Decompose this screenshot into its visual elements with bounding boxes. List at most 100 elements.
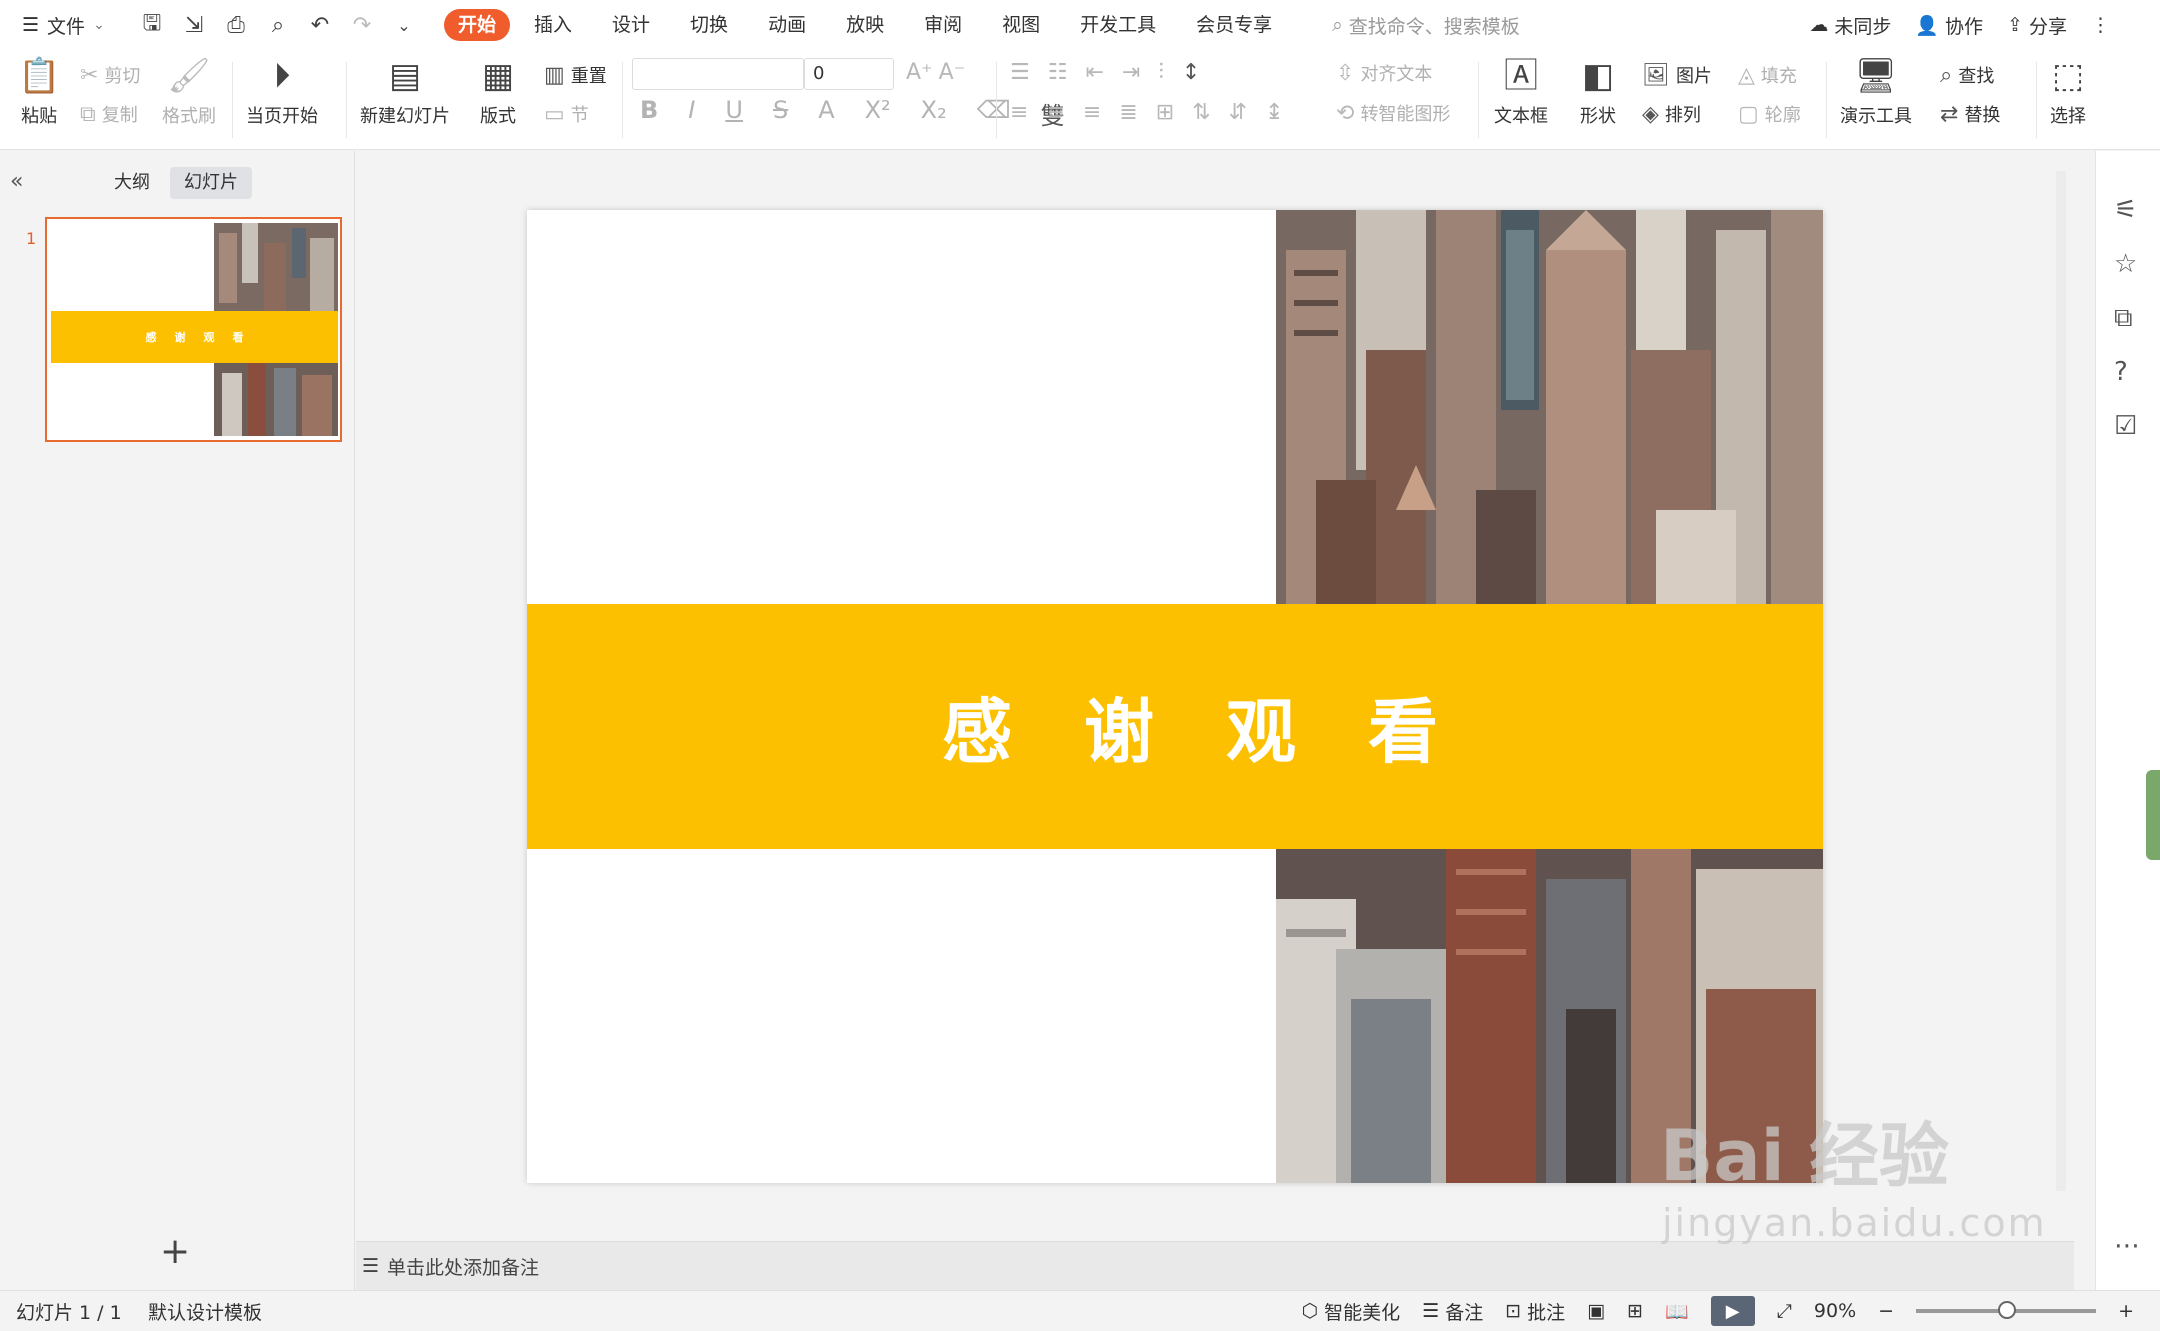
replace-button[interactable]: ⇄ 替换: [1940, 101, 2000, 127]
underline-icon[interactable]: U: [725, 96, 743, 131]
zoom-in-icon[interactable]: +: [2118, 1300, 2134, 1322]
para-spacing-icon[interactable]: ⇅: [1192, 100, 1210, 125]
reading-view-icon[interactable]: 📖: [1665, 1300, 1689, 1323]
line-spacing-icon[interactable]: ↕: [1182, 60, 1200, 85]
strikethrough-icon[interactable]: S: [773, 96, 788, 131]
fit-window-icon[interactable]: ⤢: [1777, 1300, 1792, 1322]
line-height-icon[interactable]: ↨: [1265, 100, 1283, 125]
command-search[interactable]: ⌕ 查找命令、搜索模板: [1332, 12, 1520, 39]
tab-animation[interactable]: 动画: [748, 9, 826, 41]
properties-icon[interactable]: ⚟: [2114, 195, 2137, 225]
layout-button[interactable]: ▦ 版式: [480, 56, 516, 128]
comments-button[interactable]: ⊡ 批注: [1505, 1298, 1565, 1325]
para-indent-icon[interactable]: ⇵: [1229, 100, 1247, 125]
find-button[interactable]: ⌕ 查找: [1940, 62, 1994, 88]
tab-member[interactable]: 会员专享: [1176, 9, 1292, 41]
section-button[interactable]: ▭ 节: [544, 101, 589, 127]
bold-icon[interactable]: B: [640, 96, 658, 131]
collaborate-button[interactable]: 👤 协作: [1915, 12, 1983, 39]
tab-insert[interactable]: 插入: [514, 9, 592, 41]
redo-icon[interactable]: ↷: [348, 13, 376, 38]
copy-button[interactable]: ⧉ 复制: [80, 101, 138, 127]
shape-button[interactable]: ◧ 形状: [1580, 56, 1616, 128]
subscript-icon[interactable]: X₂: [921, 96, 947, 131]
sync-button[interactable]: ☁ 未同步: [1809, 12, 1891, 39]
notes-toggle-button[interactable]: ☰ 备注: [1422, 1298, 1483, 1325]
beautify-button[interactable]: ⬡ 智能美化: [1302, 1298, 1401, 1325]
textbox-button[interactable]: 🄰 文本框: [1494, 56, 1548, 128]
font-color-icon[interactable]: A: [818, 96, 834, 131]
task-icon[interactable]: ☑: [2114, 411, 2137, 441]
print-icon[interactable]: ⎙: [222, 13, 250, 38]
more-menu-button[interactable]: ⋮: [2091, 14, 2110, 36]
select-button[interactable]: ⬚ 选择: [2050, 56, 2086, 128]
vertical-scrollbar[interactable]: [2048, 151, 2074, 1241]
distribute-icon[interactable]: ⊞: [1156, 100, 1174, 125]
slides-panel-icon[interactable]: ⧉: [2114, 303, 2133, 334]
cut-button[interactable]: ✂ 剪切: [80, 62, 140, 88]
slide-editor[interactable]: 感 谢 观 看: [527, 210, 1823, 1183]
align-center-icon[interactable]: ≡: [1046, 100, 1064, 125]
play-slideshow-button[interactable]: ▶: [1710, 1296, 1755, 1326]
justify-icon[interactable]: ≣: [1119, 100, 1137, 125]
sorter-view-icon[interactable]: ⊞: [1627, 1300, 1643, 1322]
customize-icon[interactable]: ⌄: [390, 16, 418, 35]
tab-view[interactable]: 视图: [982, 9, 1060, 41]
notes-pane[interactable]: ☰ 单击此处添加备注: [356, 1241, 2074, 1290]
italic-icon[interactable]: I: [688, 96, 695, 131]
share-button[interactable]: ⇪ 分享: [2007, 12, 2067, 39]
file-menu[interactable]: ☰ 文件 ⌄: [0, 12, 128, 39]
help-icon[interactable]: ?: [2114, 357, 2128, 387]
zoom-slider[interactable]: [1916, 1301, 2097, 1319]
save-icon[interactable]: 🖫: [138, 6, 166, 44]
print-preview-icon[interactable]: ⌕: [264, 13, 292, 38]
tab-design[interactable]: 设计: [592, 9, 670, 41]
font-name-select[interactable]: [632, 58, 804, 90]
slide-title[interactable]: 感 谢 观 看: [912, 676, 1438, 777]
tab-review[interactable]: 审阅: [904, 9, 982, 41]
format-painter-button[interactable]: 🖌 格式刷: [162, 56, 216, 128]
zoom-slider-knob[interactable]: [1998, 1301, 2017, 1319]
bullet-list-icon[interactable]: ☰: [1010, 60, 1030, 85]
export-icon[interactable]: ⇲: [180, 13, 208, 38]
collapse-panel-icon[interactable]: «: [10, 169, 23, 194]
add-slide-button[interactable]: +: [160, 1231, 190, 1272]
tab-slideshow[interactable]: 放映: [826, 9, 904, 41]
tab-slides[interactable]: 幻灯片: [170, 167, 252, 199]
numbered-list-icon[interactable]: ☷: [1048, 60, 1068, 85]
outline-button[interactable]: ▢ 轮廓: [1738, 101, 1801, 127]
normal-view-icon[interactable]: ▣: [1587, 1300, 1605, 1322]
star-icon[interactable]: ☆: [2114, 249, 2137, 279]
scrollbar-thumb[interactable]: [2056, 171, 2066, 1191]
template-name[interactable]: 默认设计模板: [148, 1298, 262, 1325]
paste-button[interactable]: 📋 粘贴: [18, 56, 60, 128]
text-direction-icon[interactable]: ⫶: [1158, 60, 1164, 85]
arrange-button[interactable]: ◈ 排列: [1642, 101, 1701, 127]
zoom-out-icon[interactable]: −: [1878, 1300, 1894, 1322]
zoom-level[interactable]: 90%: [1814, 1300, 1856, 1322]
side-widget-tab[interactable]: [2146, 770, 2160, 860]
clear-format-icon[interactable]: ⌫: [977, 96, 1011, 131]
increase-indent-icon[interactable]: ⇥: [1122, 60, 1140, 85]
from-current-button[interactable]: ⏵ 当页开始: [246, 56, 318, 128]
picture-button[interactable]: 🖼 图片: [1642, 62, 1712, 88]
align-left-icon[interactable]: ≡: [1010, 100, 1028, 125]
grow-font-button[interactable]: A⁺ A⁻: [906, 60, 965, 85]
tab-transitions[interactable]: 切换: [670, 9, 748, 41]
decrease-indent-icon[interactable]: ⇤: [1085, 60, 1103, 85]
more-options-icon[interactable]: ⋯: [2114, 1231, 2140, 1261]
smart-shape-button[interactable]: ⟲ 转智能图形: [1336, 100, 1450, 126]
fill-button[interactable]: ◬ 填充: [1738, 62, 1797, 88]
tab-developer[interactable]: 开发工具: [1060, 9, 1176, 41]
align-text-button[interactable]: ⇳ 对齐文本: [1336, 60, 1432, 86]
font-size-select[interactable]: 0: [804, 58, 894, 90]
tab-home[interactable]: 开始: [444, 9, 511, 41]
undo-icon[interactable]: ↶: [306, 13, 334, 38]
tab-outline[interactable]: 大纲: [100, 167, 164, 199]
reset-button[interactable]: ▥ 重置: [544, 62, 607, 88]
present-tools-button[interactable]: 🖥 演示工具: [1840, 56, 1912, 128]
new-slide-button[interactable]: ▤ 新建幻灯片: [360, 56, 450, 128]
slide-thumbnail[interactable]: 感 谢 观 看: [45, 217, 342, 442]
superscript-icon[interactable]: X²: [865, 96, 891, 131]
city-image-top[interactable]: [1276, 210, 1823, 604]
